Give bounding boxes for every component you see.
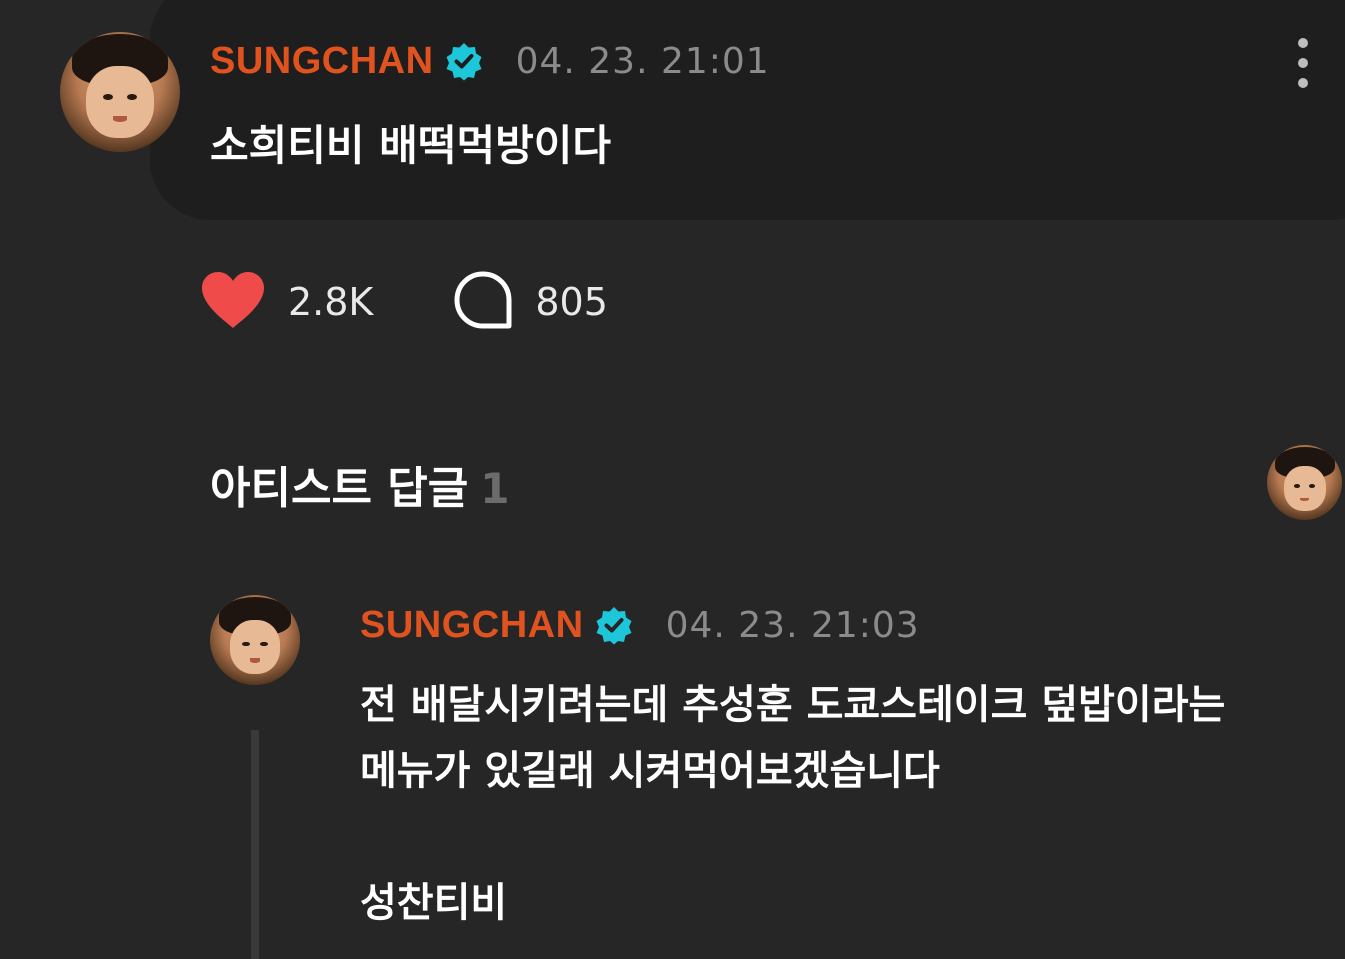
- post-text: 소희티비 배떡먹방이다: [210, 121, 612, 170]
- reply-author-name[interactable]: SUNGCHAN: [360, 604, 584, 647]
- reply-text-line: 전 배달시키려는데 추성훈 도쿄스테이크 덮밥이라는: [360, 682, 1226, 728]
- reply-author-line: SUNGCHAN 04. 23. 21:03: [360, 602, 920, 648]
- reply-text-line: 성찬티비: [360, 880, 508, 926]
- more-dot: [1298, 78, 1308, 88]
- heart-icon: [200, 270, 266, 334]
- post-author-line: SUNGCHAN 04. 23. 21:01: [210, 38, 770, 84]
- verified-badge-icon: [594, 605, 634, 645]
- post-card: [150, 0, 1345, 220]
- more-vertical-icon: [1298, 38, 1308, 48]
- reply-timestamp: 04. 23. 21:03: [665, 604, 920, 646]
- reply-text-line: 메뉴가 있길래 시켜먹어보겠습니다: [360, 748, 940, 794]
- post-timestamp: 04. 23. 21:01: [515, 40, 770, 82]
- more-dot: [1298, 58, 1308, 68]
- comment-button[interactable]: 805: [453, 270, 608, 334]
- comment-count: 805: [535, 280, 608, 324]
- artist-replies-header: 아티스트 답글 1: [210, 452, 509, 516]
- comment-bubble-icon: [453, 270, 513, 334]
- like-count: 2.8K: [288, 280, 374, 324]
- verified-badge-icon: [444, 41, 484, 81]
- artist-avatar[interactable]: [1267, 445, 1342, 520]
- reply-text: 전 배달시키려는데 추성훈 도쿄스테이크 덮밥이라는 메뉴가 있길래 시켜먹어보…: [360, 672, 1320, 936]
- more-options-button[interactable]: [1290, 38, 1316, 88]
- like-button[interactable]: 2.8K: [200, 270, 373, 334]
- page: SUNGCHAN 04. 23. 21:01 소희티비 배떡먹방이다 2.8K: [0, 0, 1345, 959]
- reply-text-gap: [360, 804, 1320, 870]
- post-author-name[interactable]: SUNGCHAN: [210, 40, 434, 83]
- post-stats: 2.8K 805: [200, 270, 608, 334]
- artist-replies-count: 1: [480, 464, 510, 513]
- artist-replies-label: 아티스트 답글: [210, 463, 469, 514]
- thread-line: [251, 730, 259, 959]
- post-author-avatar[interactable]: [60, 32, 180, 152]
- reply-author-avatar[interactable]: [210, 595, 300, 685]
